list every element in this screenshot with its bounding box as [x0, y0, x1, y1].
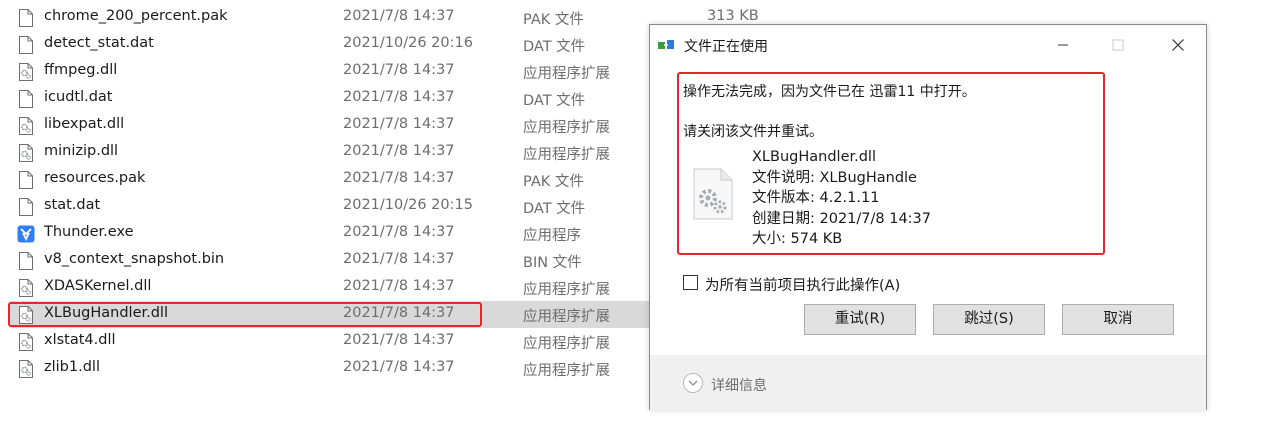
file-icon	[17, 251, 35, 271]
file-name: stat.dat	[44, 197, 101, 213]
file-modified-date: 2021/7/8 14:37	[343, 62, 455, 78]
file-icon	[17, 197, 35, 217]
file-type: PAK 文件	[523, 12, 584, 28]
file-type: BIN 文件	[523, 255, 582, 271]
file-info: XLBugHandler.dll 文件说明: XLBugHandle 文件版本:…	[752, 147, 931, 250]
file-name: zlib1.dll	[44, 359, 100, 375]
dll-icon	[17, 62, 35, 82]
dll-file-icon	[693, 168, 733, 220]
file-modified-date: 2021/10/26 20:15	[343, 197, 473, 213]
file-name: Thunder.exe	[44, 224, 134, 240]
file-icon	[17, 8, 35, 28]
apply-all-checkbox[interactable]	[683, 275, 698, 290]
dialog-footer: 详细信息	[650, 355, 1206, 410]
dll-icon	[17, 332, 35, 352]
file-row[interactable]: v8_context_snapshot.bin 2021/7/8 14:37 BIN…	[10, 247, 650, 274]
file-modified-date: 2021/7/8 14:37	[343, 251, 455, 267]
file-icon	[17, 35, 35, 55]
maximize-button[interactable]	[1091, 25, 1147, 65]
file-name: resources.pak	[44, 170, 146, 186]
file-type: 应用程序扩展	[523, 363, 610, 379]
file-name: v8_context_snapshot.bin	[44, 251, 225, 267]
thunder-icon	[17, 224, 35, 244]
skip-button[interactable]: 跳过(S)	[933, 304, 1045, 335]
move-file-icon	[658, 40, 674, 49]
file-row[interactable]: zlib1.dll 2021/7/8 14:37 应用程序扩展	[10, 355, 650, 382]
file-name: detect_stat.dat	[44, 35, 154, 51]
file-description: 文件说明: XLBugHandle	[752, 169, 917, 186]
file-row[interactable]: minizip.dll 2021/7/8 14:37 应用程序扩展	[10, 139, 650, 166]
file-name: XDASKernel.dll	[44, 278, 152, 294]
file-type: 应用程序扩展	[523, 309, 610, 325]
file-type: 应用程序扩展	[523, 282, 610, 298]
error-message: 操作无法完成，因为文件已在 迅雷11 中打开。	[683, 84, 976, 100]
dll-icon	[17, 116, 35, 136]
file-modified-date: 2021/10/26 20:16	[343, 35, 473, 51]
file-row[interactable]: stat.dat 2021/10/26 20:15 DAT 文件	[10, 193, 650, 220]
file-name: ffmpeg.dll	[44, 62, 118, 78]
file-modified-date: 2021/7/8 14:37	[343, 278, 455, 294]
file-type: 应用程序扩展	[523, 66, 610, 82]
file-modified-date: 2021/7/8 14:37	[343, 116, 455, 132]
file-icon	[17, 89, 35, 109]
dialog-title: 文件正在使用	[684, 39, 768, 55]
close-icon	[1172, 39, 1184, 51]
file-row[interactable]: icudtl.dat 2021/7/8 14:37 DAT 文件	[10, 85, 650, 112]
file-row[interactable]: chrome_200_percent.pak 2021/7/8 14:37 PAK …	[10, 4, 759, 31]
file-type: DAT 文件	[523, 201, 586, 217]
file-in-use-dialog: 文件正在使用 操作无法完成，因为文件已在 迅雷11 中打开。 请关闭该文件并重试…	[649, 24, 1207, 410]
cancel-button[interactable]: 取消	[1062, 304, 1174, 335]
close-button[interactable]	[1151, 25, 1207, 65]
details-label[interactable]: 详细信息	[711, 375, 767, 395]
file-name: icudtl.dat	[44, 89, 113, 105]
file-type: DAT 文件	[523, 93, 586, 109]
file-row[interactable]: libexpat.dll 2021/7/8 14:37 应用程序扩展	[10, 112, 650, 139]
file-modified-date: 2021/7/8 14:37	[343, 359, 455, 375]
highlight-box-selected-file	[8, 302, 482, 327]
file-name: xlstat4.dll	[44, 332, 116, 348]
file-type: 应用程序扩展	[523, 147, 610, 163]
expand-details-button[interactable]	[683, 373, 703, 393]
dialog-titlebar[interactable]: 文件正在使用	[650, 25, 1206, 65]
file-modified-date: 2021/7/8 14:37	[343, 89, 455, 105]
dll-icon	[17, 143, 35, 163]
file-type: PAK 文件	[523, 174, 584, 190]
file-row[interactable]: Thunder.exe 2021/7/8 14:37 应用程序	[10, 220, 650, 247]
file-type: 应用程序	[523, 228, 581, 244]
apply-all-label[interactable]: 为所有当前项目执行此操作(A)	[705, 274, 900, 295]
file-version: 文件版本: 4.2.1.11	[752, 190, 880, 206]
file-icon	[17, 170, 35, 190]
file-modified-date: 2021/7/8 14:37	[343, 224, 455, 240]
file-size: 313 KB	[707, 8, 759, 24]
file-row[interactable]: detect_stat.dat 2021/10/26 20:16 DAT 文件	[10, 31, 650, 58]
minimize-icon	[1058, 44, 1068, 46]
file-modified-date: 2021/7/8 14:37	[343, 332, 455, 348]
file-row[interactable]: resources.pak 2021/7/8 14:37 PAK 文件	[10, 166, 650, 193]
minimize-button[interactable]	[1036, 25, 1092, 65]
file-type: DAT 文件	[523, 39, 586, 55]
file-type: 应用程序扩展	[523, 120, 610, 136]
file-name: minizip.dll	[44, 143, 119, 159]
chevron-down-icon	[688, 380, 698, 386]
dll-icon	[17, 359, 35, 379]
file-name: libexpat.dll	[44, 116, 125, 132]
maximize-icon	[1112, 39, 1124, 51]
dll-icon	[17, 278, 35, 298]
file-modified-date: 2021/7/8 14:37	[343, 143, 455, 159]
instruction-message: 请关闭该文件并重试。	[683, 124, 823, 140]
file-name: XLBugHandler.dll	[752, 149, 876, 165]
retry-button[interactable]: 重试(R)	[804, 304, 916, 335]
file-row[interactable]: ffmpeg.dll 2021/7/8 14:37 应用程序扩展	[10, 58, 650, 85]
file-created-date: 创建日期: 2021/7/8 14:37	[752, 210, 932, 227]
file-size: 大小: 574 KB	[752, 231, 843, 247]
file-type: 应用程序扩展	[523, 336, 610, 352]
file-modified-date: 2021/7/8 14:37	[343, 170, 455, 186]
file-row[interactable]: XDASKernel.dll 2021/7/8 14:37 应用程序扩展	[10, 274, 650, 301]
file-name: chrome_200_percent.pak	[44, 8, 228, 24]
file-modified-date: 2021/7/8 14:37	[343, 8, 455, 24]
file-row[interactable]: xlstat4.dll 2021/7/8 14:37 应用程序扩展	[10, 328, 650, 355]
